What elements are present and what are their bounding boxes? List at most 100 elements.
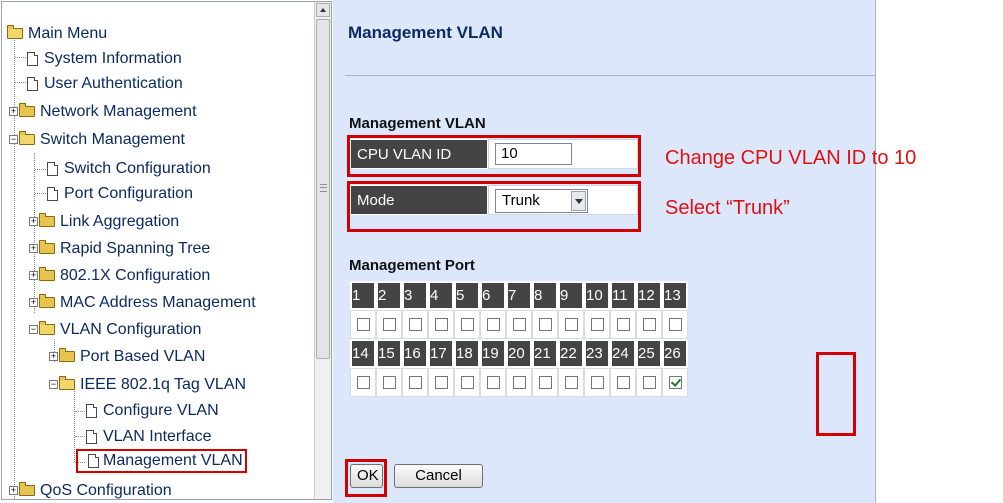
nav-item-user-authentication[interactable]: User Authentication — [27, 72, 185, 96]
expand-plus-icon[interactable]: + — [29, 298, 38, 308]
port-checkbox-row — [350, 368, 688, 397]
port-checkbox[interactable] — [590, 317, 604, 331]
port-checkbox[interactable] — [408, 375, 422, 389]
nav-item-network-management[interactable]: + Network Management — [9, 100, 199, 124]
port-number-label: 4 — [428, 281, 454, 310]
port-number-label: 2 — [376, 281, 402, 310]
page-icon — [47, 186, 58, 201]
cpu-vlan-id-input[interactable]: 10 — [495, 143, 572, 165]
port-checkbox-cell — [454, 368, 480, 397]
nav-item-ieee-8021q-tag-vlan[interactable]: − IEEE 802.1q Tag VLAN — [49, 373, 248, 397]
content-panel: Management VLAN — [333, 0, 876, 503]
port-checkbox[interactable] — [564, 317, 578, 331]
port-number-label: 16 — [402, 339, 428, 368]
nav-item-system-information[interactable]: System Information — [27, 47, 184, 71]
nav-item-vlan-configuration[interactable]: − VLAN Configuration — [29, 318, 203, 342]
folder-icon — [19, 482, 35, 497]
port-checkbox-cell — [480, 368, 506, 397]
nav-item-port-configuration[interactable]: Port Configuration — [47, 182, 195, 206]
expand-plus-icon[interactable]: + — [29, 271, 38, 281]
port-checkbox-cell — [584, 310, 610, 339]
port-checkbox[interactable] — [460, 375, 474, 389]
expand-plus-icon[interactable]: + — [29, 217, 38, 227]
port-checkbox[interactable] — [512, 375, 526, 389]
nav-item-configure-vlan[interactable]: Configure VLAN — [86, 399, 221, 423]
mode-select-value: Trunk — [502, 192, 540, 209]
folder-icon — [39, 294, 55, 309]
cpu-vlan-id-cell: 10 — [488, 139, 638, 169]
port-checkbox[interactable] — [382, 375, 396, 389]
port-checkbox[interactable] — [356, 317, 370, 331]
section-title-management-port: Management Port — [349, 257, 475, 274]
port-checkbox[interactable] — [512, 317, 526, 331]
port-checkbox[interactable] — [642, 375, 656, 389]
ok-button[interactable]: OK — [350, 464, 383, 488]
management-port-table: 1 2 3 4 5 6 7 8 9 10 11 12 13 14 15 16 17 18 19 20 21 22 23 24… — [350, 281, 688, 397]
expand-plus-icon[interactable]: + — [9, 107, 18, 117]
folder-open-icon — [59, 376, 75, 391]
nav-item-rapid-spanning-tree[interactable]: + Rapid Spanning Tree — [29, 237, 212, 261]
scroll-thumb[interactable] — [316, 19, 330, 359]
port-checkbox-cell — [376, 368, 402, 397]
port-header-row: 1 2 3 4 5 6 7 8 9 10 11 12 13 — [350, 281, 688, 310]
chevron-down-icon[interactable] — [571, 191, 586, 211]
port-checkbox[interactable] — [668, 317, 682, 331]
nav-item-qos-configuration[interactable]: + QoS Configuration — [9, 479, 174, 499]
nav-item-switch-management[interactable]: − Switch Management — [9, 128, 187, 152]
port-checkbox[interactable] — [408, 317, 422, 331]
port-checkbox[interactable] — [356, 375, 370, 389]
port-checkbox[interactable] — [668, 375, 682, 389]
expand-plus-icon[interactable]: + — [29, 244, 38, 254]
folder-open-icon — [7, 25, 23, 40]
port-checkbox[interactable] — [538, 375, 552, 389]
port-checkbox[interactable] — [538, 317, 552, 331]
nav-item-switch-configuration[interactable]: Switch Configuration — [47, 157, 213, 181]
nav-item-vlan-interface[interactable]: VLAN Interface — [86, 425, 214, 449]
mode-cell: Trunk — [488, 185, 638, 215]
nav-item-mac-address-management[interactable]: + MAC Address Management — [29, 291, 258, 315]
port-checkbox[interactable] — [590, 375, 604, 389]
port-checkbox[interactable] — [616, 317, 630, 331]
port-number-label: 21 — [532, 339, 558, 368]
port-checkbox[interactable] — [486, 375, 500, 389]
port-checkbox-cell — [662, 368, 688, 397]
port-checkbox-cell — [350, 310, 376, 339]
port-checkbox[interactable] — [642, 317, 656, 331]
collapse-minus-icon[interactable]: − — [29, 325, 38, 335]
port-number-label: 10 — [584, 281, 610, 310]
nav-item-main-menu[interactable]: Main Menu — [7, 22, 109, 46]
nav-item-link-aggregation[interactable]: + Link Aggregation — [29, 210, 181, 234]
port-checkbox[interactable] — [434, 317, 448, 331]
port-checkbox-cell — [506, 368, 532, 397]
port-checkbox[interactable] — [486, 317, 500, 331]
port-checkbox[interactable] — [564, 375, 578, 389]
port-checkbox-cell — [350, 368, 376, 397]
page-icon — [27, 76, 38, 91]
collapse-minus-icon[interactable]: − — [49, 380, 58, 390]
grip-icon — [320, 184, 327, 192]
port-checkbox[interactable] — [460, 317, 474, 331]
cancel-button[interactable]: Cancel — [394, 464, 483, 488]
port-checkbox-cell — [532, 368, 558, 397]
expand-plus-icon[interactable]: + — [49, 352, 58, 362]
folder-icon — [39, 213, 55, 228]
port-number-label: 22 — [558, 339, 584, 368]
nav-item-port-based-vlan[interactable]: + Port Based VLAN — [49, 345, 207, 369]
port-checkbox[interactable] — [382, 317, 396, 331]
collapse-minus-icon[interactable]: − — [9, 135, 18, 145]
port-checkbox[interactable] — [616, 375, 630, 389]
scroll-up-icon[interactable] — [316, 3, 330, 17]
port-header-row: 14 15 16 17 18 19 20 21 22 23 24 25 26 — [350, 339, 688, 368]
mode-select[interactable]: Trunk — [495, 189, 588, 213]
nav-scrollbar[interactable] — [314, 2, 331, 499]
port-number-label: 24 — [610, 339, 636, 368]
annotation-cpu-vlan-id: Change CPU VLAN ID to 10 — [665, 147, 917, 169]
nav-item-8021x-configuration[interactable]: +802.1X Configuration — [29, 264, 212, 288]
nav-item-management-vlan[interactable]: Management VLAN — [76, 449, 247, 475]
expand-plus-icon[interactable]: + — [9, 486, 18, 496]
port-checkbox[interactable] — [434, 375, 448, 389]
port-number-label: 12 — [636, 281, 662, 310]
port-number-label: 7 — [506, 281, 532, 310]
divider — [345, 75, 876, 76]
port-number-label: 17 — [428, 339, 454, 368]
